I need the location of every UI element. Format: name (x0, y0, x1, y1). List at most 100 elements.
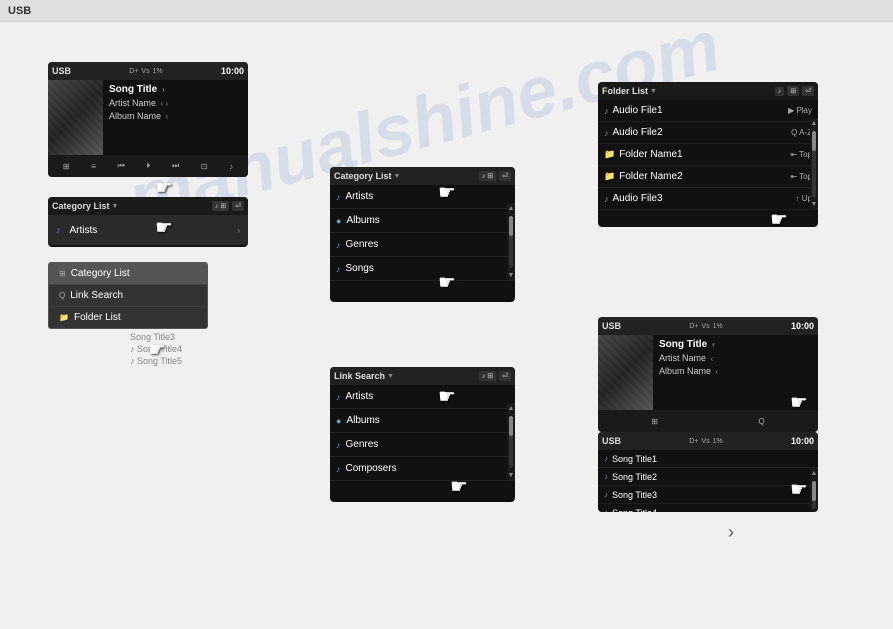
link-row-composers[interactable]: ♪ Composers (330, 457, 515, 481)
folder-scrollbar: ▲ ▼ (810, 118, 818, 210)
audio2-text: Audio File2 (613, 127, 789, 138)
song-row-1[interactable]: ♪ Song Title1 (598, 450, 818, 468)
ctrl-play[interactable]: ⏵ (146, 161, 150, 171)
folder-back[interactable]: ⏎ (802, 86, 814, 96)
cat-row-songs[interactable]: ♪ Songs (330, 257, 515, 281)
cat-small-btn1[interactable]: ♪ ⊞ (212, 201, 229, 211)
usb-song-controls[interactable]: ⊞ Q (598, 410, 818, 432)
ctrl-grid[interactable]: ⊞ (63, 162, 70, 171)
link-composers-icon: ♪ (336, 464, 341, 474)
folder-scroll-down[interactable]: ▼ (811, 199, 818, 210)
usb-song-art-overlay (598, 335, 653, 410)
song2-icon: ♪ (604, 472, 608, 481)
audio2-action[interactable]: Q A-Z (791, 128, 812, 137)
dropdown-menu[interactable]: ⊞ Category List Q Link Search 📁 Folder L… (48, 262, 208, 329)
cat-row-genres[interactable]: ♪ Genres (330, 233, 515, 257)
link-row-albums[interactable]: ● Albums (330, 409, 515, 433)
folder1-icon: 📁 (604, 149, 615, 160)
cursor-dropdown: ☛ (148, 337, 166, 362)
usb-header-icons: D+ Vs 1% (129, 68, 162, 75)
link-artists-icon: ♪ (336, 392, 341, 402)
folder-btn1[interactable]: ♪ (775, 87, 785, 96)
usb-controls[interactable]: ⊞ ≡ ⏮ ⏵ ⏭ ⊡ ♪ (48, 155, 248, 177)
song-row-3[interactable]: ♪ Song Title3 (598, 486, 818, 504)
link-scroll-track (509, 416, 513, 468)
link-scroll-down[interactable]: ▼ (508, 470, 515, 481)
usb-song-ctrl2[interactable]: Q (759, 417, 765, 426)
link-search-title: Link Search (334, 371, 385, 381)
cursor-cat-main-top: ☛ (438, 180, 456, 205)
folder-row-folder2[interactable]: 📁 Folder Name2 ⇤ Top (598, 166, 818, 188)
dropdown-item-folder[interactable]: 📁 Folder List (49, 307, 207, 328)
scroll-down-icon[interactable]: ▼ (508, 270, 515, 281)
folder-list-body: ♪ Audio File1 ▶ Play ♪ Audio File2 Q A-Z… (598, 100, 818, 210)
folder-row-audio1[interactable]: ♪ Audio File1 ▶ Play (598, 100, 818, 122)
cat-main-title: Category List (334, 171, 392, 181)
ctrl-menu[interactable]: ≡ (91, 162, 96, 171)
folder1-text: Folder Name1 (619, 149, 787, 160)
usb-icon-1: D+ (129, 68, 138, 75)
ctrl-source[interactable]: ⊡ (201, 162, 208, 171)
dropdown-item-link[interactable]: Q Link Search (49, 285, 207, 307)
folder-scroll-up[interactable]: ▲ (811, 118, 818, 129)
dropdown-item-category[interactable]: ⊞ Category List (49, 263, 207, 285)
titles-scroll-down[interactable]: ▼ (811, 511, 818, 512)
folder-scroll-track (812, 131, 816, 197)
cat-small-btn2[interactable]: ⏎ (232, 201, 244, 211)
audio2-icon: ♪ (604, 128, 609, 138)
genres-row-text: Genres (346, 239, 510, 250)
usb-titles-icon2: Vs (701, 438, 709, 445)
link-row-genres[interactable]: ♪ Genres (330, 433, 515, 457)
ctrl-next[interactable]: ⏭ (172, 161, 179, 171)
link-back[interactable]: ⏎ (499, 371, 511, 381)
usb-time: 10:00 (221, 66, 244, 76)
folder-dropdown-arrow: ▼ (650, 88, 657, 95)
cursor-usb-titles: ☛ (790, 477, 808, 502)
track-album: Album Name ‹ (109, 111, 242, 121)
dropdown-folder-label: Folder List (74, 312, 121, 323)
folder-list-screen: Folder List ▼ ♪ ⊞ ⏎ ♪ Audio File1 ▶ Play… (598, 82, 818, 227)
link-artists-text: Artists (346, 391, 510, 402)
folder-row-folder1[interactable]: 📁 Folder Name1 ⇤ Top (598, 144, 818, 166)
usb-song-icon1: D+ (689, 323, 698, 330)
songs-row-icon: ♪ (336, 264, 341, 274)
cat-main-title-group: Category List ▼ (334, 171, 400, 181)
ctrl-music[interactable]: ♪ (229, 162, 233, 171)
link-btn1[interactable]: ♪ ⊞ (479, 371, 496, 381)
song1-icon: ♪ (604, 454, 608, 463)
cat-small-artists-item[interactable]: ♪ Artists › (48, 215, 248, 245)
audio1-action[interactable]: ▶ Play (788, 106, 812, 115)
folder-row-audio2[interactable]: ♪ Audio File2 Q A-Z (598, 122, 818, 144)
cat-row-albums[interactable]: ● Albums (330, 209, 515, 233)
folder-scroll-thumb (812, 131, 816, 151)
audio1-text: Audio File1 (613, 105, 786, 116)
folder-btn2[interactable]: ⊞ (787, 86, 799, 96)
scroll-up-icon[interactable]: ▲ (508, 203, 515, 214)
titles-scroll-up[interactable]: ▲ (811, 468, 818, 479)
link-scroll-up[interactable]: ▲ (508, 403, 515, 414)
cat-main-dropdown-arrow: ▼ (394, 173, 401, 180)
album-chevron: ‹ (166, 112, 169, 121)
link-row-artists[interactable]: ♪ Artists (330, 385, 515, 409)
cat-main-btn1[interactable]: ♪ ⊞ (479, 171, 496, 181)
song-row-4[interactable]: ♪ Song Title4 (598, 504, 818, 512)
scroll-track (509, 216, 513, 268)
artists-icon: ♪ (56, 225, 61, 235)
song-row-2[interactable]: ♪ Song Title2 (598, 468, 818, 486)
usb-song-artist: Artist Name ‹ (659, 353, 812, 363)
usb-song-ctrl1[interactable]: ⊞ (651, 417, 658, 426)
cat-main-back[interactable]: ⏎ (499, 171, 511, 181)
folder1-action[interactable]: ⇤ Top (790, 150, 812, 159)
link-search-title-group: Link Search ▼ (334, 371, 394, 381)
folder-icon: 📁 (59, 313, 69, 322)
cat-row-artists[interactable]: ♪ Artists (330, 185, 515, 209)
genres-row-icon: ♪ (336, 240, 341, 250)
ctrl-prev[interactable]: ⏮ (117, 161, 124, 171)
usb-song-body: Song Title ‹ Artist Name ‹ Album Name ‹ (598, 335, 818, 410)
song2-text: Song Title2 (612, 472, 812, 482)
link-search-icon: Q (59, 291, 65, 300)
usb-icon-3: 1% (153, 68, 163, 75)
category-icon: ⊞ (59, 269, 66, 278)
dropdown-link-label: Link Search (70, 290, 123, 301)
folder2-action[interactable]: ⇤ Top (790, 172, 812, 181)
